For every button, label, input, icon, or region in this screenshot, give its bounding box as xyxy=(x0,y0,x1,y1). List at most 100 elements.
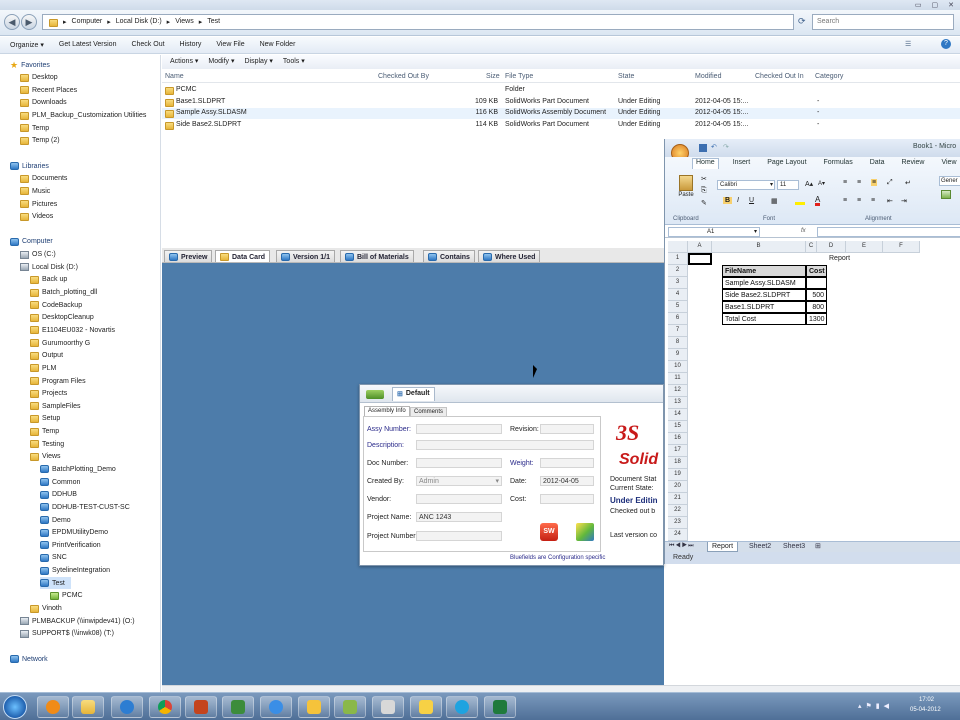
row-header[interactable]: 22 xyxy=(668,505,688,517)
col-modified[interactable]: Modified xyxy=(695,73,721,80)
modify-menu[interactable]: Modify ▾ xyxy=(208,57,234,69)
name-box[interactable]: A1 ▾ xyxy=(668,227,760,237)
nav-item[interactable]: OS (C:) xyxy=(20,249,56,261)
nav-item[interactable]: Demo xyxy=(40,514,71,526)
nav-item[interactable]: PrintVerification xyxy=(40,539,101,551)
taskbar-tool[interactable] xyxy=(372,696,404,718)
row-header[interactable]: 3 xyxy=(668,277,688,289)
spreadsheet-grid[interactable]: A B C D E F 1 2 3 4 5 6 7 8 9 10 11 12 13 14 15 16 17 18 19 20 21 2… xyxy=(665,241,960,541)
taskbar-ie[interactable] xyxy=(111,696,143,718)
organize-button[interactable]: Organize ▾ xyxy=(10,41,44,53)
font-size-select[interactable]: 11 xyxy=(777,180,799,190)
nav-item[interactable]: Libraries xyxy=(10,160,49,172)
shrink-font-icon[interactable]: A▾ xyxy=(818,180,825,187)
row-header[interactable]: 21 xyxy=(668,493,688,505)
table-cell[interactable]: 500 xyxy=(806,289,827,301)
ribbon-tab-home[interactable]: Home xyxy=(692,158,719,169)
nav-item[interactable]: SNC xyxy=(40,552,67,564)
table-cell[interactable]: 1300 xyxy=(806,313,827,325)
format-painter-icon[interactable]: ✎ xyxy=(701,199,707,207)
undo-icon[interactable]: ↶ xyxy=(711,143,717,151)
nav-item[interactable]: Test xyxy=(40,577,71,590)
nav-item[interactable]: PLMBACKUP (\\inwipdev41) (O:) xyxy=(20,615,135,627)
table-cell[interactable]: Cost xyxy=(806,265,827,277)
align-top-icon[interactable]: ≡ xyxy=(843,179,847,186)
nav-item[interactable]: Computer xyxy=(10,236,53,248)
get-latest-button[interactable]: Get Latest Version xyxy=(59,41,117,53)
project-name-field[interactable]: ANC 1243 xyxy=(416,512,502,522)
align-left-icon[interactable]: ≡ xyxy=(843,197,847,204)
file-row[interactable]: Base1.SLDPRT 109 KB SolidWorks Part Docume… xyxy=(162,97,960,108)
taskbar-media-player[interactable] xyxy=(37,696,69,718)
decrease-indent-icon[interactable]: ⇤ xyxy=(887,197,893,205)
formula-input[interactable] xyxy=(817,227,960,237)
crumb-views[interactable]: Views xyxy=(175,18,194,29)
nav-item[interactable]: Pictures xyxy=(20,198,57,210)
table-cell[interactable]: Side Base2.SLDPRT xyxy=(722,289,806,301)
start-button[interactable] xyxy=(3,695,27,719)
row-header[interactable]: 18 xyxy=(668,457,688,469)
history-button[interactable]: History xyxy=(180,41,202,53)
italic-button[interactable]: I xyxy=(737,197,739,204)
nav-item[interactable]: SampleFiles xyxy=(30,400,81,412)
refresh-icon[interactable]: ⟳ xyxy=(798,16,806,27)
currency-icon[interactable] xyxy=(941,190,951,199)
column-header[interactable]: D xyxy=(817,241,846,253)
ribbon-tab-view[interactable]: View xyxy=(941,159,956,169)
wrap-text-icon[interactable]: ↵ xyxy=(905,179,911,187)
row-header[interactable]: 8 xyxy=(668,337,688,349)
minimize-icon[interactable]: ▭ xyxy=(915,1,922,9)
col-size[interactable]: Size xyxy=(486,73,500,80)
row-header[interactable]: 17 xyxy=(668,445,688,457)
ribbon-tab-formulas[interactable]: Formulas xyxy=(824,159,853,169)
nav-item[interactable]: PCMC xyxy=(50,590,83,602)
crumb-computer[interactable]: Computer xyxy=(72,18,103,29)
taskbar-app[interactable] xyxy=(222,696,254,718)
nav-item[interactable]: Views xyxy=(30,451,61,463)
insert-function-icon[interactable]: fx xyxy=(801,228,806,234)
fill-color-icon[interactable] xyxy=(795,197,805,205)
revision-field[interactable] xyxy=(540,424,594,434)
file-row[interactable]: PCMC Folder xyxy=(162,85,960,96)
sheet-nav-icon[interactable]: ⏮◀▶⏭ xyxy=(669,543,695,550)
nav-item[interactable]: CodeBackup xyxy=(30,299,82,311)
copy-icon[interactable]: ⎘ xyxy=(701,187,707,195)
clock-date[interactable]: 05-04-2012 xyxy=(910,707,941,713)
taskbar-pdm[interactable] xyxy=(185,696,217,718)
nav-item[interactable]: Setup xyxy=(30,413,60,425)
row-header[interactable]: 11 xyxy=(668,373,688,385)
redo-icon[interactable]: ↷ xyxy=(723,143,729,151)
row-header[interactable]: 19 xyxy=(668,469,688,481)
breadcrumb[interactable]: ▸ Computer ▸ Local Disk (D:) ▸ Views ▸ T… xyxy=(42,14,794,30)
row-header[interactable]: 23 xyxy=(668,517,688,529)
ribbon-tab-data[interactable]: Data xyxy=(870,159,885,169)
ribbon-tab-insert[interactable]: Insert xyxy=(733,159,751,169)
col-checked-out-by[interactable]: Checked Out By xyxy=(378,73,429,80)
view-options-icon[interactable]: ☰ xyxy=(905,40,911,48)
cut-icon[interactable]: ✂ xyxy=(701,175,707,183)
borders-icon[interactable]: ▦ xyxy=(771,197,778,205)
nav-item[interactable]: Desktop xyxy=(20,72,58,84)
nav-item[interactable]: Downloads xyxy=(20,97,67,109)
sheet-tab-sheet3[interactable]: Sheet3 xyxy=(779,542,809,552)
col-checked-out-in[interactable]: Checked Out In xyxy=(755,73,804,80)
table-cell[interactable]: Base1.SLDPRT xyxy=(722,301,806,313)
taskbar-chrome[interactable] xyxy=(149,696,181,718)
row-header[interactable]: 10 xyxy=(668,361,688,373)
ribbon-tab-page-layout[interactable]: Page Layout xyxy=(767,159,806,169)
sheet-tab-sheet2[interactable]: Sheet2 xyxy=(745,542,775,552)
col-state[interactable]: State xyxy=(618,73,634,80)
tab-bom[interactable]: Bill of Materials xyxy=(340,250,414,262)
configuration-tab[interactable]: ⊞ Default xyxy=(392,387,435,401)
nav-item[interactable]: Testing xyxy=(30,438,64,450)
nav-item[interactable]: Temp xyxy=(30,426,59,438)
tray-icons[interactable]: ▴⚑▮◀ xyxy=(858,702,893,710)
help-icon[interactable]: ? xyxy=(941,39,951,49)
col-file-type[interactable]: File Type xyxy=(505,73,533,80)
ribbon-tab-review[interactable]: Review xyxy=(902,159,925,169)
row-header[interactable]: 16 xyxy=(668,433,688,445)
date-field[interactable]: 2012-04-05 xyxy=(540,476,594,486)
nav-item[interactable]: DesktopCleanup xyxy=(30,312,94,324)
new-folder-button[interactable]: New Folder xyxy=(260,41,296,53)
description-field[interactable] xyxy=(416,440,594,450)
